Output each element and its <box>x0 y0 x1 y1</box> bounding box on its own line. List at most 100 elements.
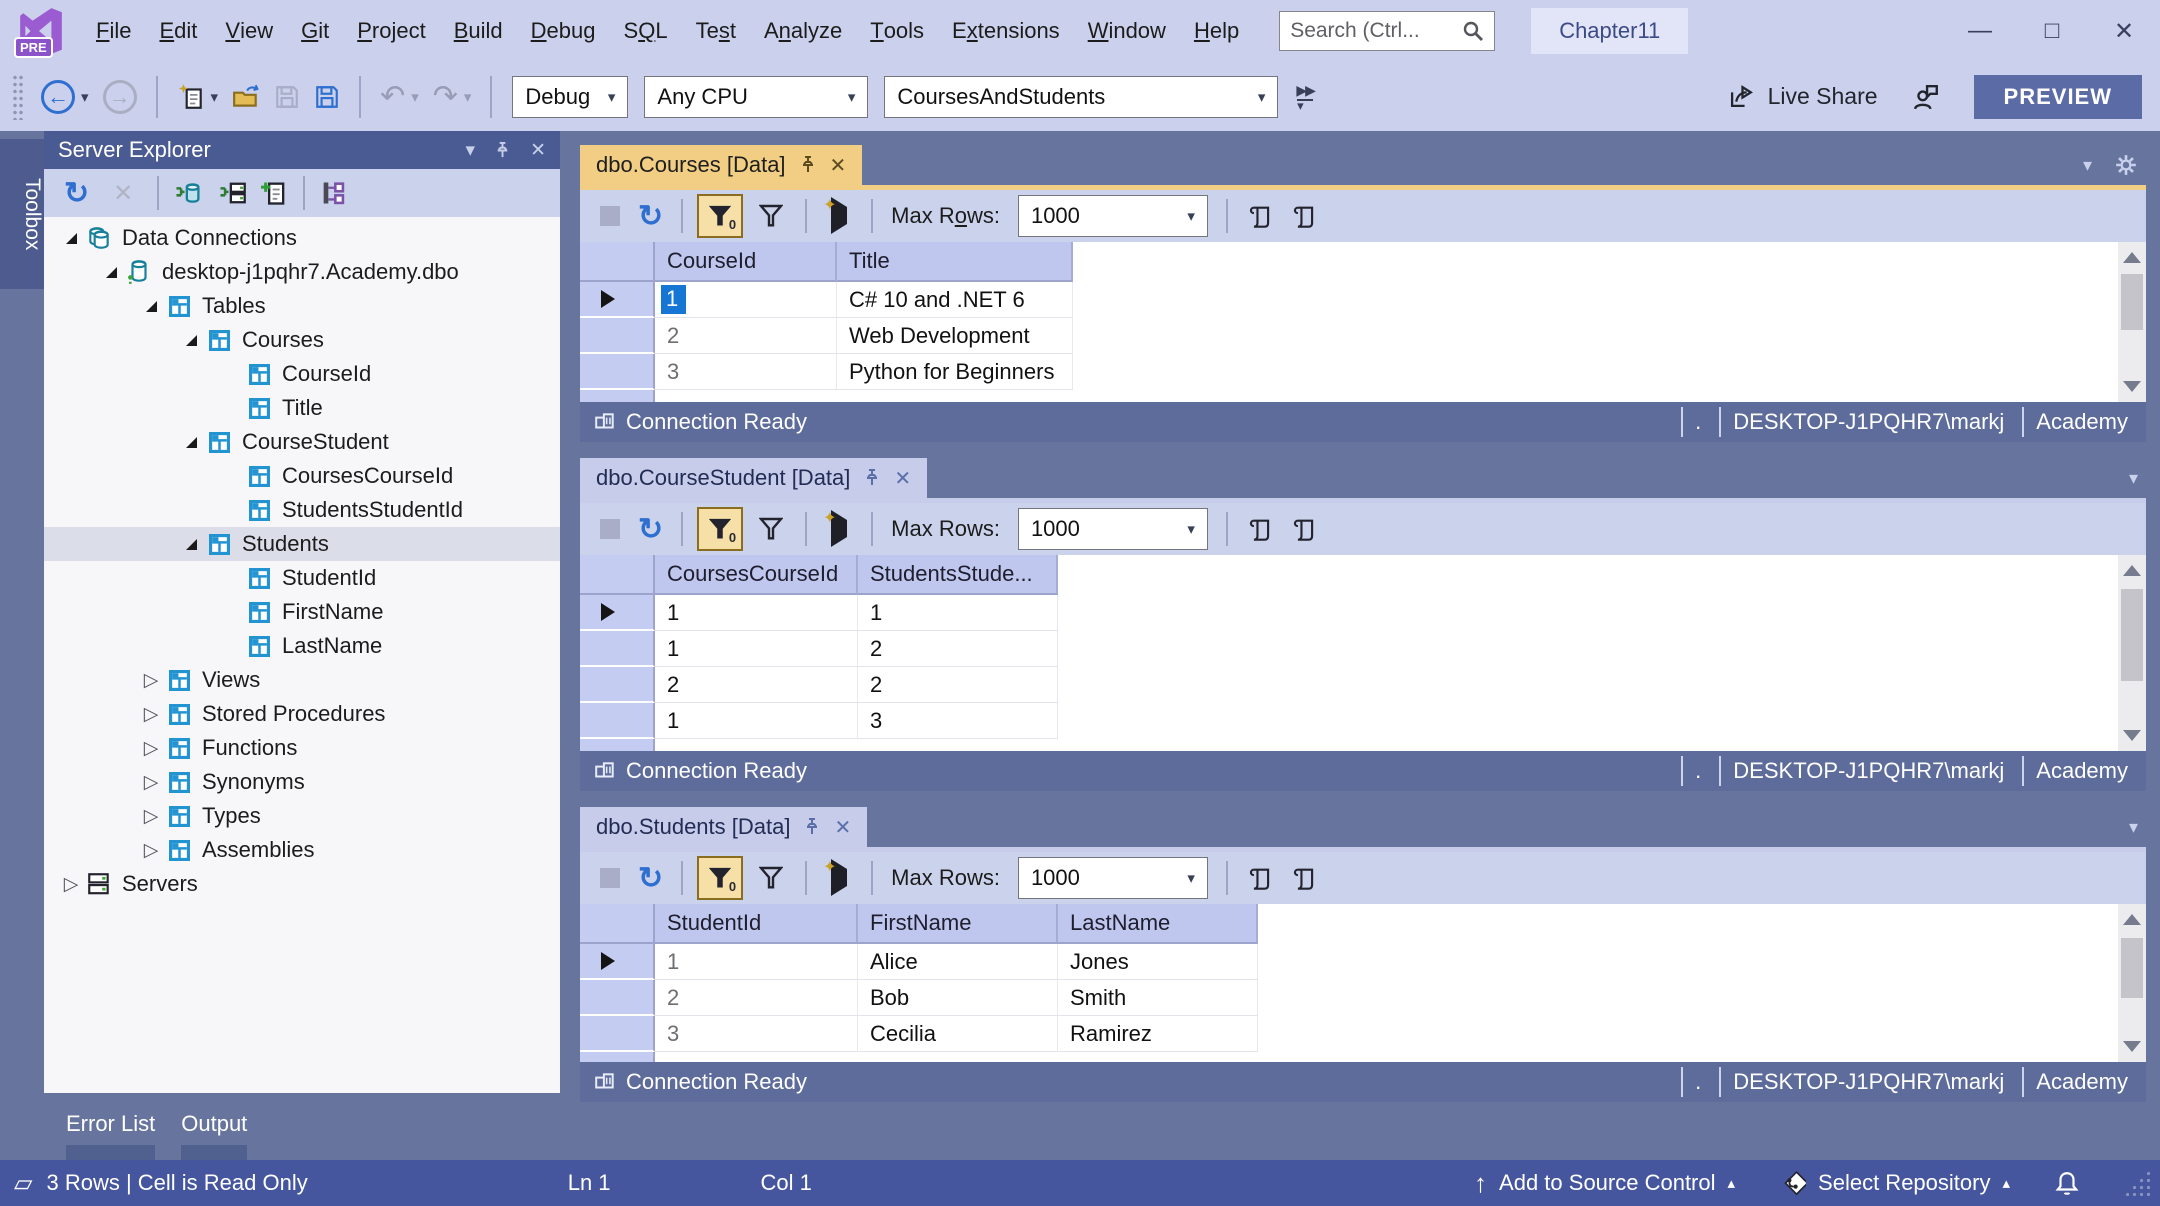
cell-lastname[interactable]: Smith <box>1058 980 1258 1016</box>
stop-icon[interactable] <box>600 868 620 888</box>
stop-refresh-icon[interactable]: ✕ <box>103 179 143 208</box>
maximize-button[interactable]: □ <box>2016 0 2088 62</box>
stop-icon[interactable] <box>600 519 620 539</box>
row-selector[interactable] <box>580 1016 655 1052</box>
menu-extensions[interactable]: Extensions <box>938 0 1074 62</box>
run-script-icon[interactable]: ✦ <box>817 869 861 887</box>
redo-button[interactable]: ↷▾ <box>426 71 479 123</box>
vertical-scrollbar[interactable] <box>2118 904 2146 1062</box>
minimize-button[interactable]: — <box>1944 0 2016 62</box>
connect-to-server-icon[interactable] <box>217 179 247 207</box>
select-all-cell[interactable] <box>580 555 655 595</box>
tree-item-studentsstudentid[interactable]: StudentsStudentId <box>44 493 560 527</box>
row-selector[interactable] <box>580 944 655 980</box>
tree-item-students[interactable]: Students <box>44 527 560 561</box>
row-selector[interactable] <box>580 318 655 354</box>
tree-item-views[interactable]: ▷Views <box>44 663 560 697</box>
tree-item-firstname[interactable]: FirstName <box>44 595 560 629</box>
tree-item-synonyms[interactable]: ▷Synonyms <box>44 765 560 799</box>
scroll-up-arrow[interactable] <box>2123 565 2141 576</box>
cell-courseid[interactable]: 2 <box>655 318 837 354</box>
cell-firstname[interactable]: Alice <box>858 944 1058 980</box>
solution-platform-dropdown[interactable]: Any CPU▾ <box>644 76 868 118</box>
menu-git[interactable]: Git <box>287 0 343 62</box>
stop-icon[interactable] <box>600 206 620 226</box>
table-row[interactable]: 2 Web Development <box>580 318 2146 354</box>
tab-list-dropdown-icon[interactable]: ▾ <box>2083 155 2092 176</box>
scroll-up-arrow[interactable] <box>2123 914 2141 925</box>
menu-file[interactable]: File <box>82 0 145 62</box>
row-selector[interactable] <box>580 703 655 739</box>
tree-item-types[interactable]: ▷Types <box>44 799 560 833</box>
remove-filter-icon[interactable]: 0 <box>697 507 743 551</box>
live-share-button[interactable]: Live Share <box>1729 83 1878 110</box>
expander-icon[interactable]: ▷ <box>138 771 164 794</box>
window-position-icon[interactable]: ▾ <box>466 139 476 162</box>
tree-item-coursescourseid[interactable]: CoursesCourseId <box>44 459 560 493</box>
close-icon[interactable]: ✕ <box>894 466 911 491</box>
show-diagram-pane-icon[interactable] <box>1292 865 1318 891</box>
create-new-sql-database-icon[interactable] <box>261 179 289 207</box>
cell-coursescourseid[interactable]: 1 <box>655 595 858 631</box>
pin-icon[interactable] <box>862 468 882 488</box>
cell-coursescourseid[interactable]: 2 <box>655 667 858 703</box>
cell-title[interactable]: C# 10 and .NET 6 <box>837 282 1073 318</box>
menu-help[interactable]: Help <box>1180 0 1253 62</box>
table-row[interactable]: 1 1 <box>580 595 2146 631</box>
max-rows-dropdown[interactable]: 1000▾ <box>1018 508 1208 550</box>
expander-icon[interactable]: ▷ <box>138 805 164 828</box>
filter-icon[interactable] <box>747 204 795 228</box>
toolbar-overflow-button[interactable]: ▶▶▾ <box>1296 82 1314 111</box>
show-sql-pane-icon[interactable] <box>1248 516 1274 542</box>
column-header-title[interactable]: Title <box>837 242 1073 282</box>
tree-item-data-connections[interactable]: Data Connections <box>44 221 560 255</box>
menu-window[interactable]: Window <box>1074 0 1180 62</box>
undo-button[interactable]: ↶▾ <box>373 71 426 123</box>
cell-title[interactable]: Web Development <box>837 318 1073 354</box>
scrollbar-thumb[interactable] <box>2121 938 2143 998</box>
row-selector[interactable] <box>580 667 655 703</box>
tab-output[interactable]: Output <box>175 1111 253 1161</box>
row-selector[interactable] <box>580 354 655 390</box>
menu-analyze[interactable]: Analyze <box>750 0 856 62</box>
max-rows-dropdown[interactable]: 1000▾ <box>1018 857 1208 899</box>
scroll-up-arrow[interactable] <box>2123 252 2141 263</box>
cell-lastname[interactable]: Ramirez <box>1058 1016 1258 1052</box>
connect-to-database-icon[interactable] <box>173 179 203 207</box>
open-file-button[interactable] <box>225 71 267 123</box>
expander-icon[interactable] <box>178 335 204 346</box>
show-sql-pane-icon[interactable] <box>1248 203 1274 229</box>
scroll-down-arrow[interactable] <box>2123 730 2141 741</box>
row-selector[interactable] <box>580 282 655 318</box>
expander-icon[interactable]: ▷ <box>138 737 164 760</box>
show-sql-pane-icon[interactable] <box>1248 865 1274 891</box>
run-script-icon[interactable]: ✦ <box>817 207 861 225</box>
navigate-back-button[interactable]: ←▾ <box>34 71 96 123</box>
tree-item-assemblies[interactable]: ▷Assemblies <box>44 833 560 867</box>
refresh-icon[interactable]: ↻ <box>630 199 671 234</box>
table-row[interactable]: 1 Alice Jones <box>580 944 2146 980</box>
menu-test[interactable]: Test <box>682 0 750 62</box>
expander-icon[interactable]: ▷ <box>138 703 164 726</box>
filter-icon[interactable] <box>747 517 795 541</box>
menu-debug[interactable]: Debug <box>517 0 610 62</box>
cell-studentsstudentid[interactable]: 2 <box>858 667 1058 703</box>
cell-firstname[interactable]: Cecilia <box>858 1016 1058 1052</box>
tree-item-title[interactable]: Title <box>44 391 560 425</box>
cell-courseid[interactable]: 1 <box>655 282 837 318</box>
scroll-down-arrow[interactable] <box>2123 381 2141 392</box>
close-button[interactable]: ✕ <box>2088 0 2160 62</box>
menu-tools[interactable]: Tools <box>856 0 938 62</box>
remove-filter-icon[interactable]: 0 <box>697 194 743 238</box>
select-repository-button[interactable]: Select Repository ▴ <box>1779 1170 2010 1197</box>
feedback-icon[interactable] <box>1912 83 1940 111</box>
save-button[interactable] <box>267 71 307 123</box>
tree-item-courses[interactable]: Courses <box>44 323 560 357</box>
close-icon[interactable]: ✕ <box>834 815 851 840</box>
cell-firstname[interactable]: Bob <box>858 980 1058 1016</box>
expander-icon[interactable] <box>138 301 164 312</box>
refresh-icon[interactable]: ↻ <box>630 861 671 896</box>
save-all-button[interactable] <box>307 71 347 123</box>
column-header-courseid[interactable]: CourseId <box>655 242 837 282</box>
startup-project-dropdown[interactable]: CoursesAndStudents▾ <box>884 76 1278 118</box>
